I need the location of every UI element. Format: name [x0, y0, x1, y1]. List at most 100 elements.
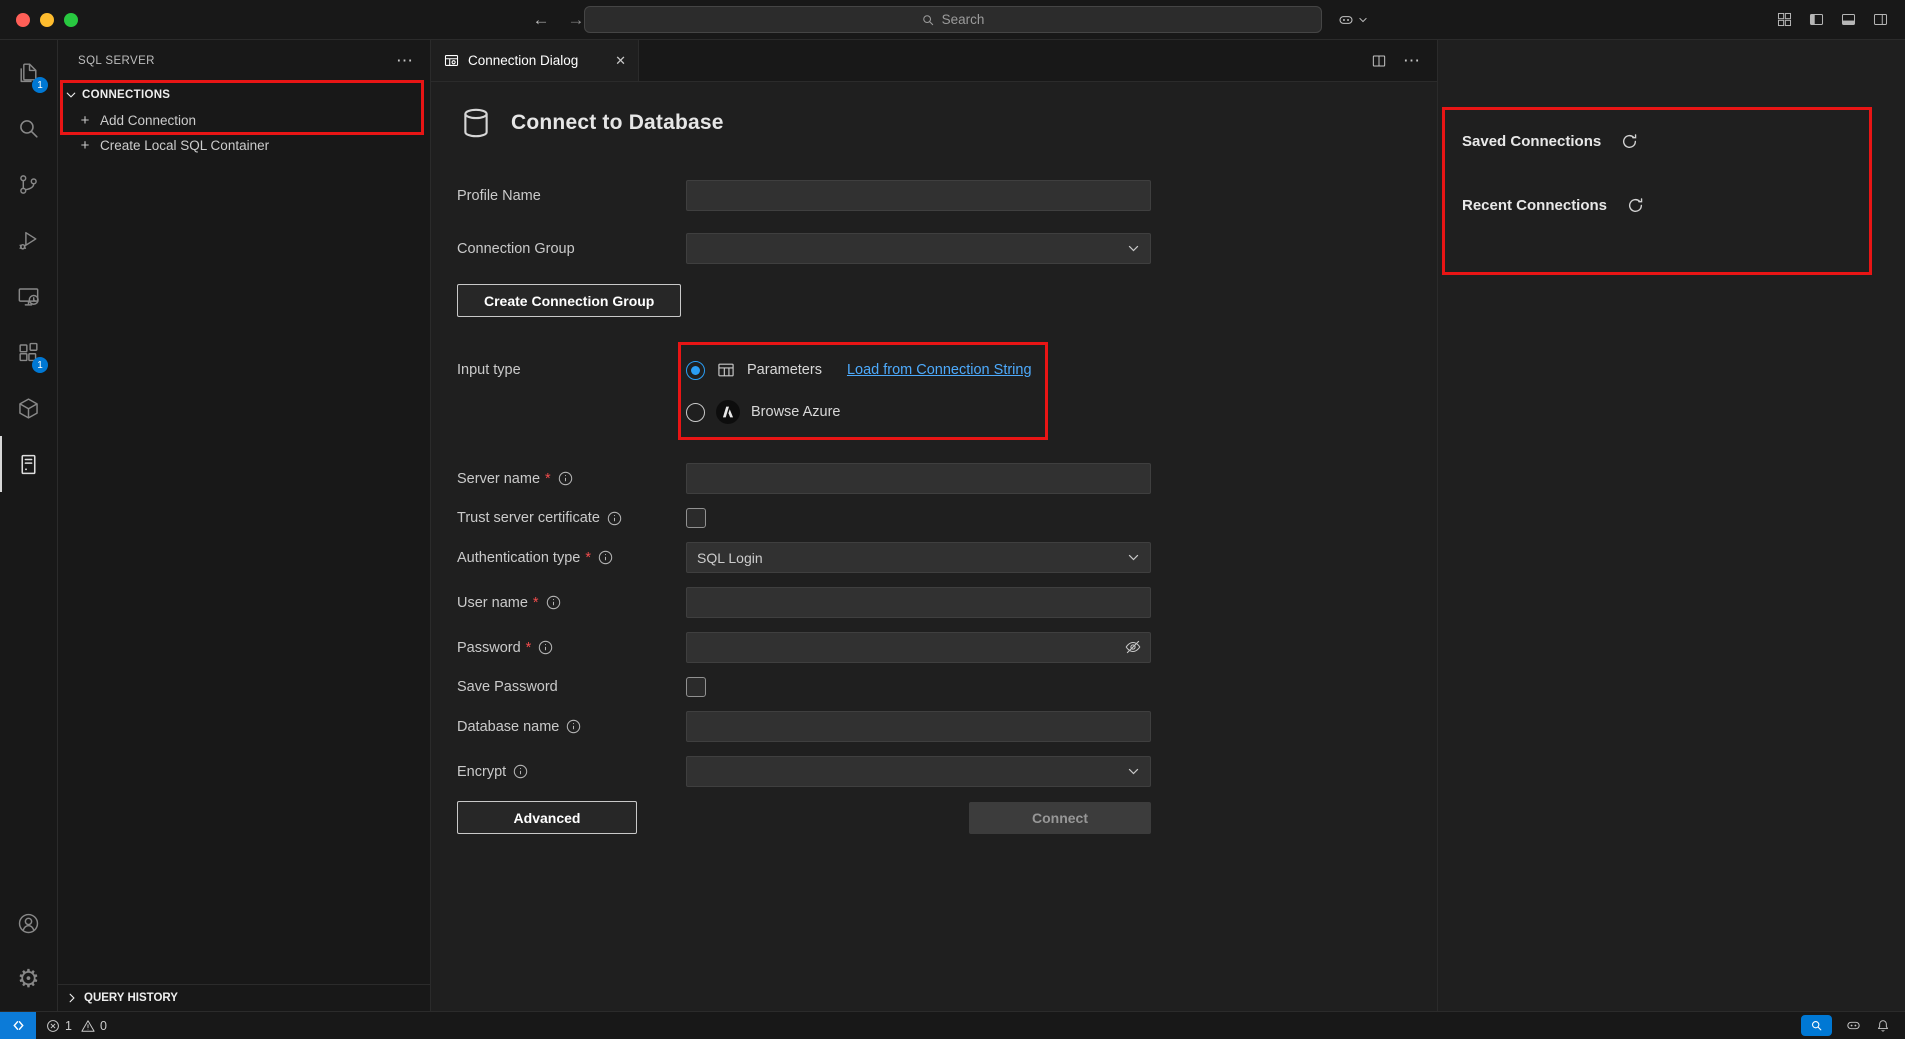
tree-item-add-connection[interactable]: + Add Connection: [58, 108, 430, 133]
forward-arrow-icon[interactable]: →: [568, 10, 585, 30]
close-icon[interactable]: ✕: [615, 53, 626, 69]
activity-item-containers[interactable]: [0, 380, 57, 436]
browse-azure-radio[interactable]: [686, 403, 705, 422]
info-icon[interactable]: [513, 764, 528, 779]
toggle-panel-icon[interactable]: [1840, 11, 1857, 28]
source-control-icon: [16, 172, 41, 197]
activity-item-explorer[interactable]: 1: [0, 44, 57, 100]
activity-item-source-control[interactable]: [0, 156, 57, 212]
split-editor-icon[interactable]: [1371, 53, 1387, 69]
connection-group-label: Connection Group: [457, 241, 686, 257]
azure-icon: [716, 400, 740, 424]
extensions-badge: 1: [32, 357, 48, 373]
error-count: 1: [65, 1019, 72, 1033]
remote-explorer-icon: [16, 284, 41, 309]
sidebar-title: SQL SERVER: [78, 55, 155, 67]
chevron-down-icon: [1358, 15, 1368, 25]
toggle-secondary-sidebar-icon[interactable]: [1872, 11, 1889, 28]
window-controls: [16, 0, 78, 39]
recent-connections-label: Recent Connections: [1462, 197, 1607, 214]
customize-layout-icon[interactable]: [1776, 11, 1793, 28]
activity-item-accounts[interactable]: [0, 895, 57, 951]
password-input[interactable]: [686, 632, 1151, 663]
activity-item-search[interactable]: [0, 100, 57, 156]
info-icon[interactable]: [566, 719, 581, 734]
browse-azure-label: Browse Azure: [751, 404, 840, 420]
search-placeholder: Search: [942, 12, 985, 27]
close-window-button[interactable]: [16, 13, 30, 27]
run-debug-icon: [16, 228, 41, 253]
info-icon[interactable]: [558, 471, 573, 486]
activity-item-run-debug[interactable]: [0, 212, 57, 268]
warning-icon: [81, 1019, 95, 1033]
more-actions-icon[interactable]: ⋯: [396, 51, 414, 71]
authentication-type-select[interactable]: SQL Login: [686, 542, 1151, 573]
parameters-label: Parameters: [747, 362, 822, 378]
save-password-label: Save Password: [457, 679, 686, 695]
zoom-indicator[interactable]: [1801, 1015, 1832, 1036]
tab-connection-dialog[interactable]: Connection Dialog ✕: [431, 40, 639, 81]
gear-icon: ⚙: [17, 967, 39, 992]
editor-group: Connection Dialog ✕ ⋯ Connect to Databas…: [431, 40, 1437, 1011]
recent-connections-row: Recent Connections: [1438, 193, 1905, 217]
toggle-primary-sidebar-icon[interactable]: [1808, 11, 1825, 28]
encrypt-label: Encrypt: [457, 764, 686, 780]
copilot-menu-button[interactable]: [1337, 0, 1368, 39]
refresh-icon[interactable]: [1627, 197, 1644, 214]
encrypt-select[interactable]: [686, 756, 1151, 787]
back-arrow-icon[interactable]: ←: [533, 10, 550, 30]
more-actions-icon[interactable]: ⋯: [1403, 51, 1421, 71]
info-icon[interactable]: [546, 595, 561, 610]
profile-name-input[interactable]: [686, 180, 1151, 211]
add-connection-label: Add Connection: [100, 113, 196, 128]
command-center-search[interactable]: Search: [584, 6, 1322, 33]
add-icon: +: [79, 137, 91, 154]
zoom-window-button[interactable]: [64, 13, 78, 27]
create-connection-group-button[interactable]: Create Connection Group: [457, 284, 681, 317]
connections-side-panel: Saved Connections Recent Connections: [1437, 40, 1905, 1011]
activity-item-sql-server[interactable]: [0, 436, 57, 492]
chevron-right-icon: [66, 992, 78, 1004]
activity-bar-bottom: ⚙: [0, 895, 57, 1011]
save-password-checkbox[interactable]: [686, 677, 706, 697]
profile-name-label: Profile Name: [457, 188, 686, 204]
problems-indicator[interactable]: 1 0: [46, 1019, 111, 1033]
refresh-icon[interactable]: [1621, 133, 1638, 150]
add-icon: +: [79, 112, 91, 129]
activity-item-remote-explorer[interactable]: [0, 268, 57, 324]
notifications-bell-icon[interactable]: [1875, 1018, 1891, 1034]
user-name-input[interactable]: [686, 587, 1151, 618]
info-icon[interactable]: [538, 640, 553, 655]
copilot-icon: [1337, 11, 1355, 29]
trust-server-certificate-checkbox[interactable]: [686, 508, 706, 528]
copilot-status-icon[interactable]: [1845, 1017, 1862, 1034]
info-icon[interactable]: [607, 511, 622, 526]
toggle-password-visibility-icon[interactable]: [1124, 638, 1142, 656]
account-icon: [16, 911, 41, 936]
load-from-connection-string-link[interactable]: Load from Connection String: [847, 362, 1032, 378]
tree-item-create-local-sql-container[interactable]: + Create Local SQL Container: [58, 133, 430, 158]
advanced-button[interactable]: Advanced: [457, 801, 637, 834]
activity-item-extensions[interactable]: 1: [0, 324, 57, 380]
query-history-label: QUERY HISTORY: [84, 992, 178, 1004]
page-heading: Connect to Database: [459, 106, 1437, 140]
connect-button[interactable]: Connect: [969, 802, 1151, 834]
chevron-down-icon: [1127, 551, 1140, 564]
section-header-query-history[interactable]: QUERY HISTORY: [58, 984, 430, 1011]
activity-item-settings[interactable]: ⚙: [0, 951, 57, 1007]
remote-indicator[interactable]: [0, 1012, 36, 1039]
input-type-radio-group: Parameters Load from Connection String B…: [686, 349, 1032, 433]
tab-label: Connection Dialog: [468, 53, 578, 68]
connection-group-select[interactable]: [686, 233, 1151, 264]
info-icon[interactable]: [598, 550, 613, 565]
chevron-down-icon: [65, 89, 77, 101]
minimize-window-button[interactable]: [40, 13, 54, 27]
layout-controls: [1776, 0, 1889, 39]
parameters-radio[interactable]: [686, 361, 705, 380]
warning-count: 0: [100, 1019, 107, 1033]
server-name-input[interactable]: [686, 463, 1151, 494]
input-type-option-parameters: Parameters Load from Connection String: [686, 349, 1032, 391]
package-icon: [16, 396, 41, 421]
section-header-connections[interactable]: CONNECTIONS: [58, 82, 430, 108]
database-name-input[interactable]: [686, 711, 1151, 742]
